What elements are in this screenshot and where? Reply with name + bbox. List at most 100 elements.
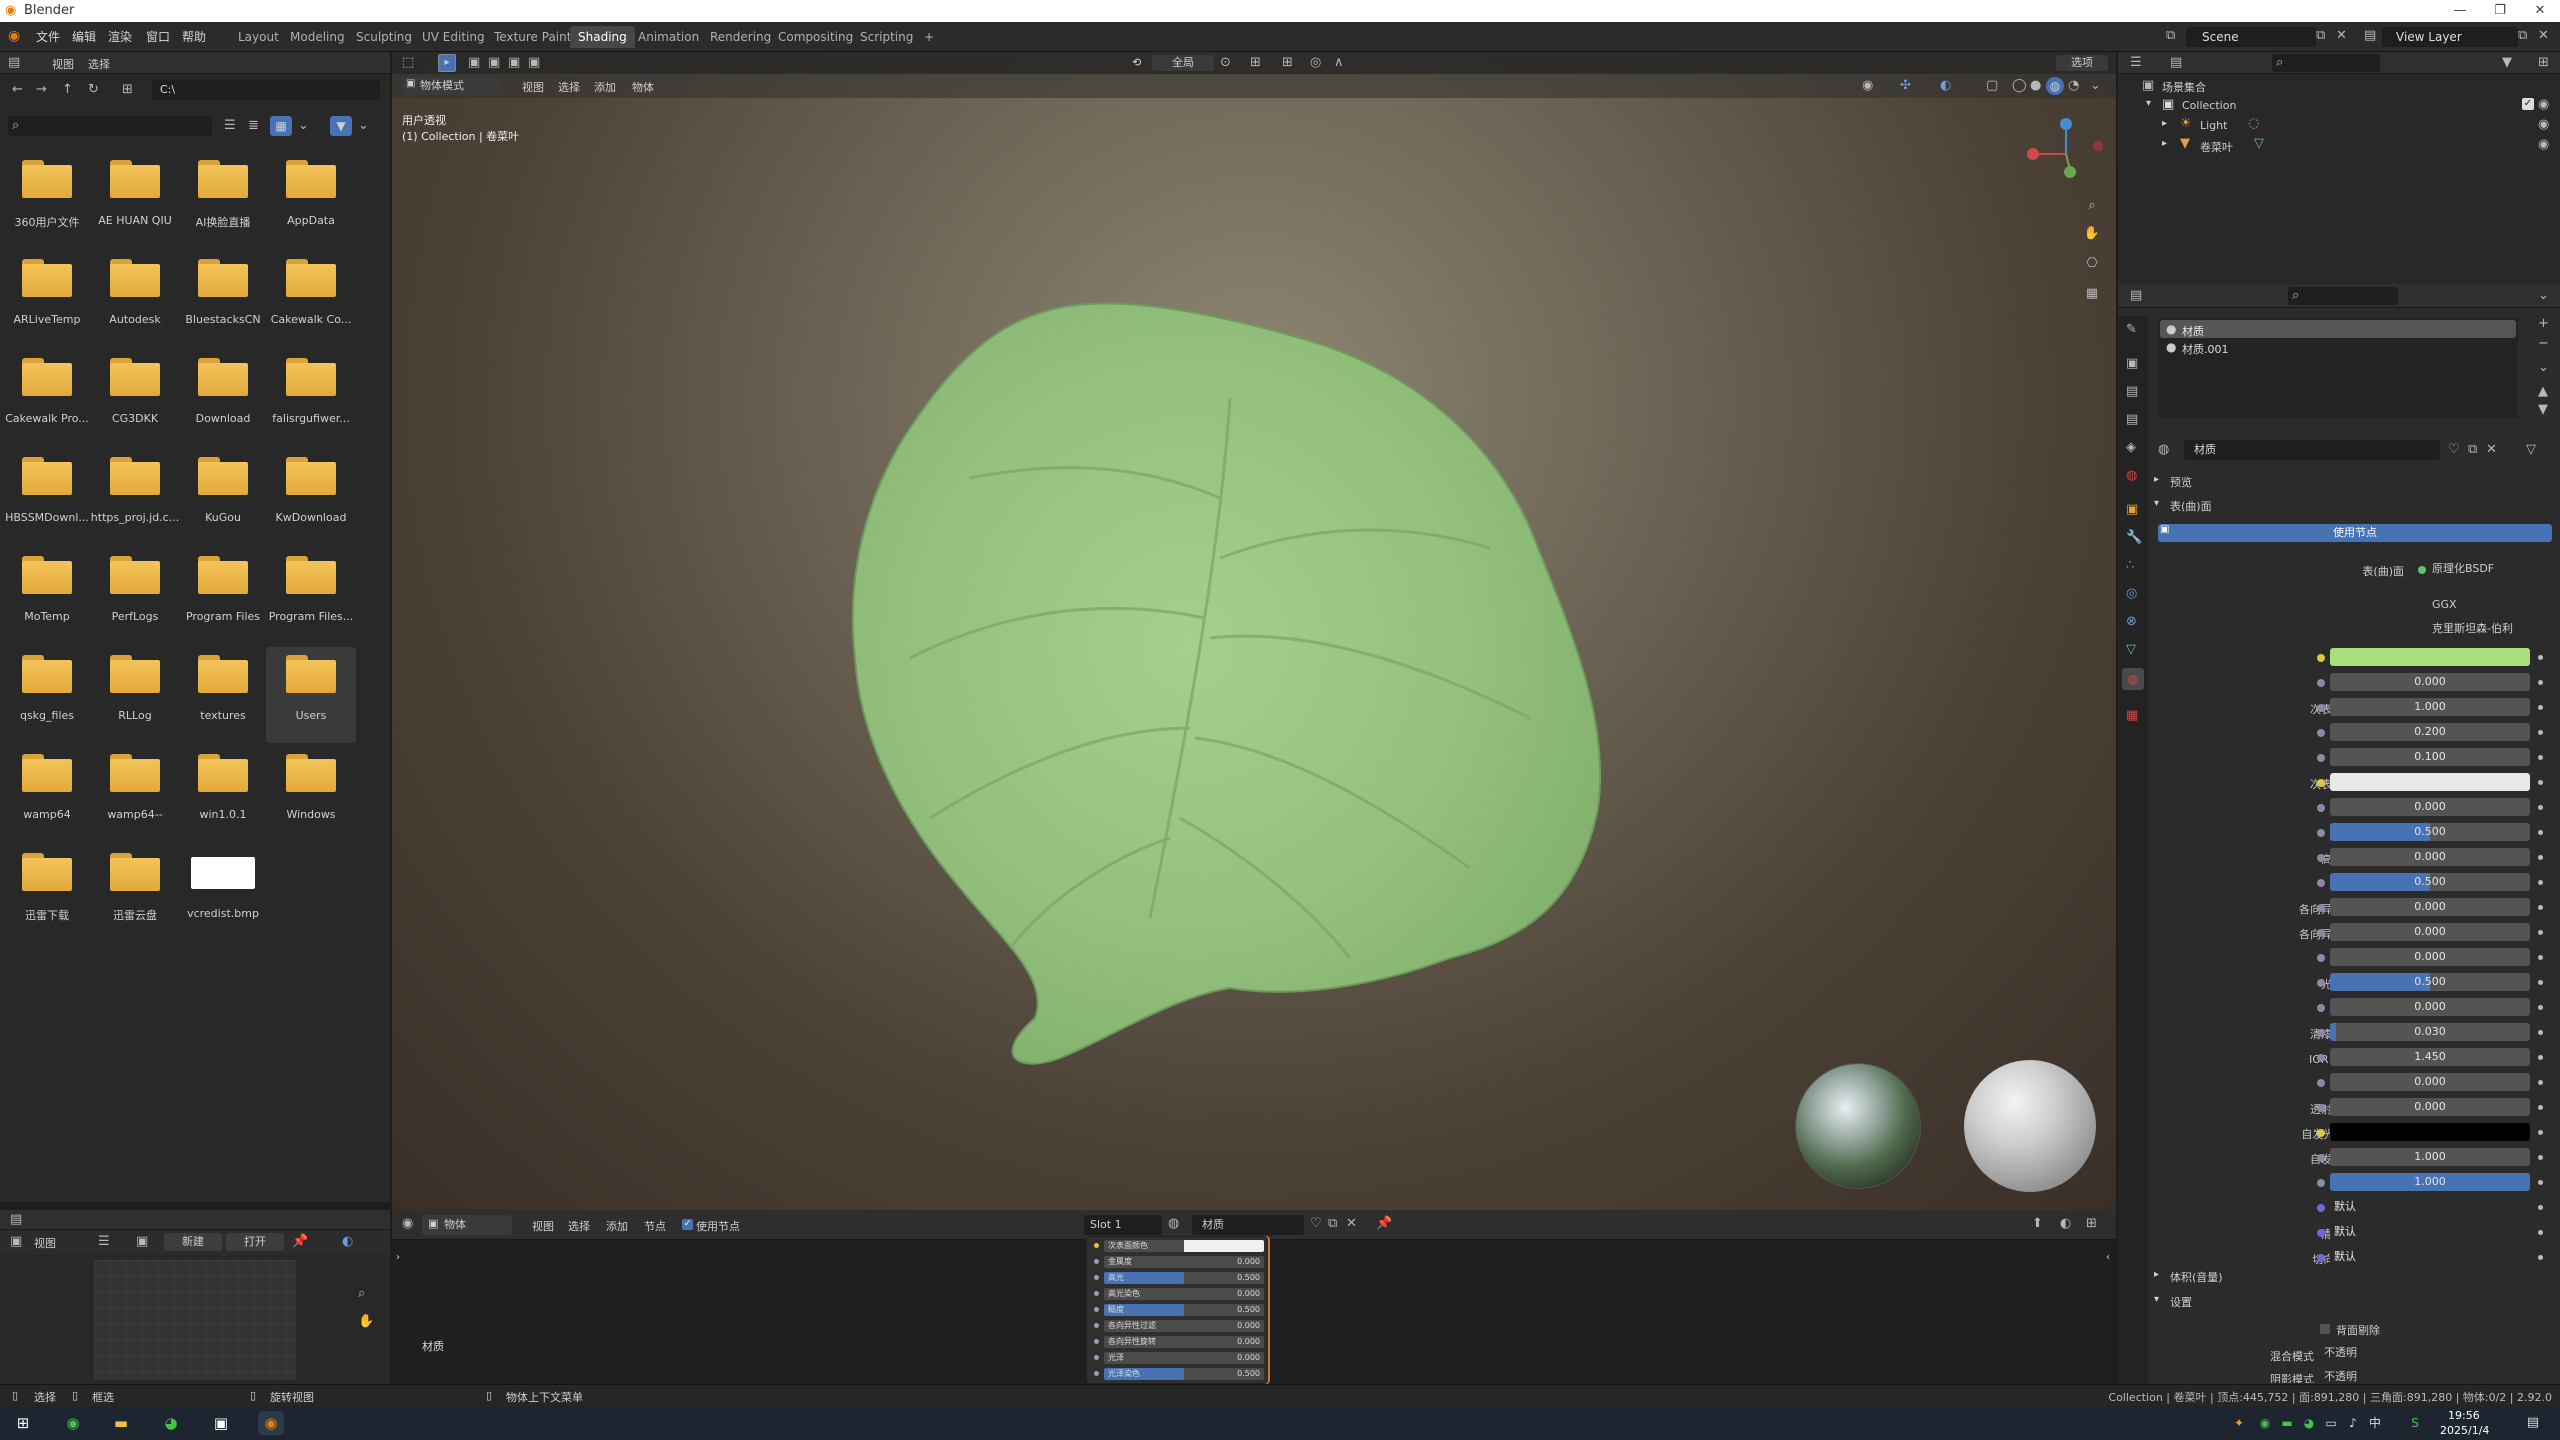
property-value-field[interactable]: 默认 bbox=[2330, 1248, 2530, 1266]
fake-user-icon[interactable]: ♡ bbox=[2448, 442, 2460, 457]
copy-material-icon[interactable]: ⧉ bbox=[1328, 1216, 1337, 1231]
file-item[interactable]: HBSSMDownl... bbox=[2, 449, 92, 545]
socket-dot[interactable] bbox=[2317, 929, 2325, 937]
fb-menu-select[interactable]: 选择 bbox=[88, 56, 110, 72]
property-value-field[interactable]: 0.500 bbox=[2330, 823, 2530, 841]
eye-icon[interactable]: ◉ bbox=[2538, 97, 2549, 112]
node-socket-row[interactable]: 光泽 0.000 bbox=[1094, 1351, 1264, 1365]
display-mode-icon[interactable]: ▤ bbox=[2170, 55, 2182, 70]
file-item[interactable]: CG3DKK bbox=[90, 350, 180, 446]
file-item[interactable]: Download bbox=[178, 350, 268, 446]
outliner-item-leaf[interactable]: 卷菜叶 bbox=[2200, 139, 2233, 155]
property-value-field[interactable]: 1.000 bbox=[2330, 1148, 2530, 1166]
vp-menu-select[interactable]: 选择 bbox=[558, 79, 580, 95]
backface-checkbox[interactable] bbox=[2320, 1324, 2330, 1334]
node-socket-row[interactable]: 光泽染色 0.500 bbox=[1094, 1367, 1264, 1381]
snap-target-icon[interactable]: ⊞ bbox=[1282, 55, 1293, 70]
tab-compositing[interactable]: Compositing bbox=[770, 26, 861, 48]
node-socket-row[interactable]: 各向异性过滤 0.000 bbox=[1094, 1319, 1264, 1333]
file-item[interactable]: BluestacksCN bbox=[178, 251, 268, 347]
expand-icon[interactable]: ▾ bbox=[2146, 98, 2151, 109]
material-slot-1[interactable]: 材质 bbox=[2182, 323, 2204, 339]
new-image-button[interactable]: 新建 bbox=[164, 1233, 222, 1251]
path-input[interactable]: C:\ bbox=[152, 80, 380, 100]
material-preview-icon[interactable]: ◍ bbox=[2046, 77, 2064, 95]
keyframe-dot[interactable] bbox=[2538, 830, 2543, 835]
editor-type-icon[interactable]: ▤ bbox=[2130, 288, 2142, 303]
constraints-tab-icon[interactable]: ⊗ bbox=[2126, 614, 2137, 629]
socket-dot[interactable] bbox=[2317, 1179, 2325, 1187]
socket-dot[interactable] bbox=[2317, 1129, 2325, 1137]
zoom-icon[interactable]: ⌕ bbox=[358, 1286, 365, 1301]
remove-slot-icon[interactable]: − bbox=[2538, 336, 2549, 351]
wechat-icon[interactable]: ◕ bbox=[158, 1411, 184, 1435]
file-item[interactable]: Cakewalk Pro... bbox=[2, 350, 92, 446]
socket-dot[interactable] bbox=[2317, 729, 2325, 737]
particles-tab-icon[interactable]: ∴ bbox=[2126, 558, 2134, 573]
property-value-field[interactable]: 0.000 bbox=[2330, 1098, 2530, 1116]
socket-dot[interactable] bbox=[1094, 1291, 1099, 1296]
keyframe-dot[interactable] bbox=[2538, 705, 2543, 710]
falloff-icon[interactable]: ∧ bbox=[1334, 55, 1344, 70]
image-canvas-grid[interactable] bbox=[94, 1260, 296, 1380]
hamburger-icon[interactable]: ☰ bbox=[98, 1234, 110, 1249]
object-tab-icon[interactable]: ▣ bbox=[2126, 502, 2138, 517]
section-volume[interactable]: 体积(音量) bbox=[2170, 1269, 2223, 1285]
eye-icon[interactable]: ◉ bbox=[2538, 117, 2549, 132]
keyframe-dot[interactable] bbox=[2538, 1030, 2543, 1035]
image-editor-icon[interactable]: ▣ bbox=[10, 1234, 22, 1249]
overlay-icon[interactable]: ◐ bbox=[342, 1234, 353, 1249]
menu-window[interactable]: 窗口 bbox=[146, 28, 170, 45]
property-value-field[interactable]: 0.000 bbox=[2330, 1073, 2530, 1091]
gizmo-icon[interactable]: ✣ bbox=[1900, 78, 1911, 93]
file-item[interactable]: AE HUAN QIU bbox=[90, 152, 180, 248]
select-extend-icon[interactable]: ▣ bbox=[488, 55, 500, 70]
menu-file[interactable]: 文件 bbox=[36, 28, 60, 45]
file-item[interactable]: Cakewalk Co... bbox=[266, 251, 356, 347]
file-item[interactable]: 360用户文件 bbox=[2, 152, 92, 248]
transform-orientation-select[interactable]: 全局 bbox=[1152, 55, 1214, 71]
blender-taskbar-icon[interactable]: ◉ bbox=[258, 1411, 284, 1435]
menu-help[interactable]: 帮助 bbox=[182, 28, 206, 45]
node-value-field[interactable]: 金属度 0.000 bbox=[1104, 1256, 1264, 1268]
material-slot-row-active[interactable] bbox=[2160, 320, 2516, 338]
menu-render[interactable]: 渲染 bbox=[108, 28, 132, 45]
material-name-field[interactable]: 材质 bbox=[2184, 440, 2440, 460]
expand-icon[interactable]: ▸ bbox=[2154, 1269, 2159, 1280]
move-up-icon[interactable]: ▲ bbox=[2538, 384, 2548, 399]
tab-shading[interactable]: Shading bbox=[570, 26, 635, 48]
modifier-tab-icon[interactable]: 🔧 bbox=[2126, 530, 2142, 545]
file-explorer-icon[interactable]: ▬ bbox=[108, 1411, 134, 1435]
tab-modeling[interactable]: Modeling bbox=[282, 26, 353, 48]
expand-icon[interactable]: ▸ bbox=[2162, 118, 2167, 129]
snap-icon[interactable]: ⊞ bbox=[2086, 1216, 2097, 1231]
keyframe-dot[interactable] bbox=[2538, 855, 2543, 860]
expand-icon[interactable]: ▸ bbox=[2162, 138, 2167, 149]
view-layer-tab-icon[interactable]: ▤ bbox=[2126, 412, 2138, 427]
link-mode-icon[interactable]: ▽ bbox=[2526, 442, 2536, 457]
socket-dot[interactable] bbox=[2317, 954, 2325, 962]
keyframe-dot[interactable] bbox=[2538, 1130, 2543, 1135]
solid-shading-icon[interactable]: ● bbox=[2030, 78, 2041, 93]
keyframe-dot[interactable] bbox=[2538, 1080, 2543, 1085]
file-item[interactable]: wamp64 bbox=[2, 746, 92, 842]
overlay-icon[interactable]: ◐ bbox=[1940, 78, 1951, 93]
file-item[interactable]: Users bbox=[266, 647, 356, 743]
file-search-input[interactable] bbox=[8, 116, 212, 136]
property-value-field[interactable] bbox=[2330, 648, 2530, 666]
pan-hand-icon[interactable]: ✋ bbox=[2082, 226, 2102, 241]
socket-dot[interactable] bbox=[2317, 854, 2325, 862]
filter-icon[interactable]: ▼ bbox=[330, 116, 352, 136]
perspective-grid-icon[interactable]: ▦ bbox=[2082, 286, 2102, 301]
camera-view-icon[interactable]: ⎔ bbox=[2082, 256, 2102, 271]
world-tab-icon[interactable]: ◍ bbox=[2126, 468, 2137, 483]
keyframe-dot[interactable] bbox=[2538, 1180, 2543, 1185]
detail-view-icon[interactable]: ≣ bbox=[248, 118, 259, 133]
socket-dot[interactable] bbox=[2317, 1054, 2325, 1062]
tab-uv-editing[interactable]: UV Editing bbox=[414, 26, 493, 48]
node-value-field[interactable]: 各向异性过滤 0.000 bbox=[1104, 1320, 1264, 1332]
snap-icon[interactable]: ⊞ bbox=[1250, 55, 1261, 70]
socket-dot[interactable] bbox=[1094, 1307, 1099, 1312]
options-menu[interactable]: 选项 bbox=[2056, 55, 2108, 71]
blend-mode-select[interactable]: 不透明 bbox=[2320, 1344, 2552, 1362]
